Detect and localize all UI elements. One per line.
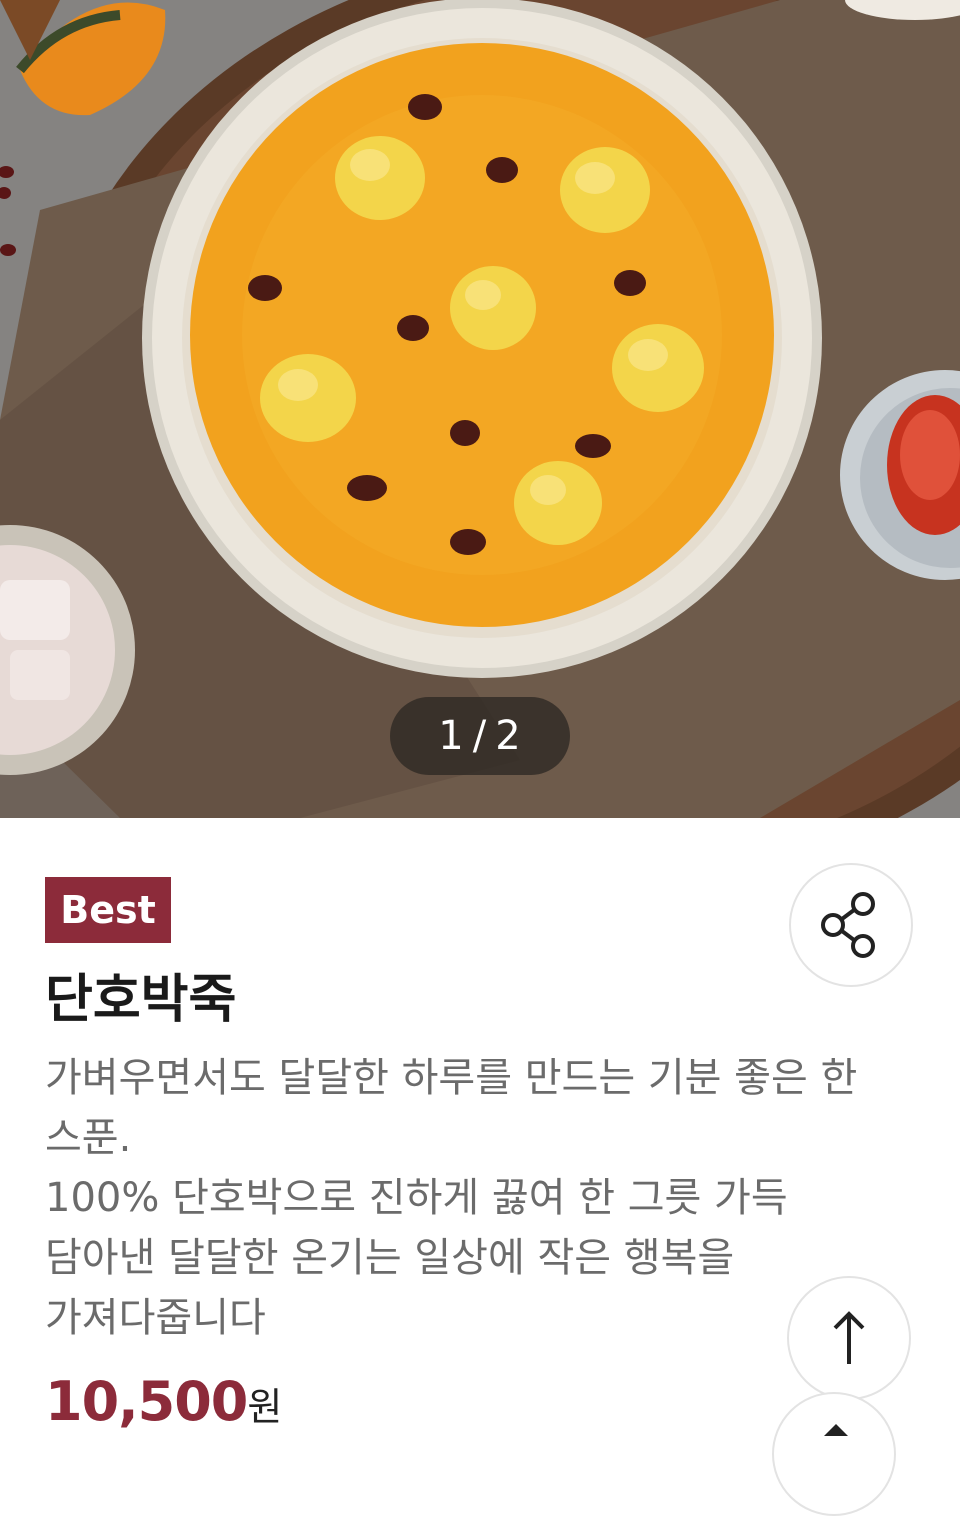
- product-price: 10,500원: [45, 1370, 282, 1433]
- pager-current: 1: [438, 713, 465, 759]
- best-badge: Best: [45, 877, 171, 943]
- floating-menu-button[interactable]: [772, 1392, 896, 1516]
- pager-total: 2: [495, 713, 522, 759]
- product-photo: [0, 0, 960, 818]
- share-icon: [821, 892, 875, 958]
- share-button[interactable]: [789, 863, 913, 987]
- scroll-to-top-button[interactable]: [787, 1276, 911, 1400]
- chevron-up-icon: [824, 1424, 848, 1436]
- price-unit: 원: [247, 1385, 283, 1429]
- pager-separator: /: [472, 713, 488, 759]
- image-pager-indicator: 1/2: [390, 697, 570, 775]
- product-title: 단호박죽: [45, 970, 237, 1030]
- price-amount: 10,500: [45, 1370, 248, 1433]
- description-line: 가벼우면서도 달달한 하루를 만드는 기분 좋은 한: [45, 1055, 858, 1101]
- description-line: 스푼.: [45, 1115, 132, 1161]
- arrow-up-icon: [833, 1311, 865, 1364]
- description-line: 100% 단호박으로 진하게 끓여 한 그릇 가득: [45, 1175, 788, 1221]
- product-image-carousel[interactable]: 1/2: [0, 0, 960, 818]
- description-line: 담아낸 달달한 온기는 일상에 작은 행복을: [45, 1235, 735, 1281]
- product-description: 가벼우면서도 달달한 하루를 만드는 기분 좋은 한 스푼. 100% 단호박으…: [45, 1048, 925, 1348]
